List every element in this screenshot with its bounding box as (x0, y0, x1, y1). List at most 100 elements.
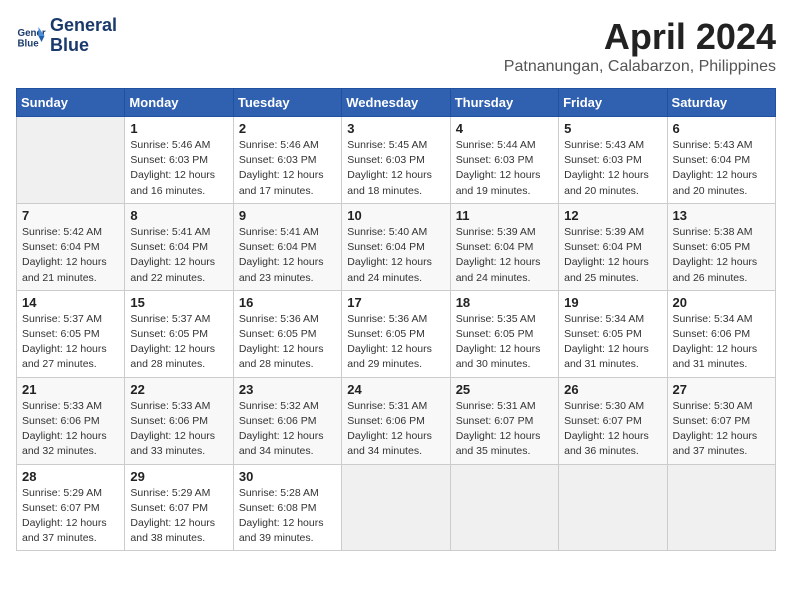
calendar-cell: 11 Sunrise: 5:39 AMSunset: 6:04 PMDaylig… (450, 203, 558, 290)
calendar-cell: 4 Sunrise: 5:44 AMSunset: 6:03 PMDayligh… (450, 117, 558, 204)
day-info: Sunrise: 5:28 AMSunset: 6:08 PMDaylight:… (239, 486, 336, 547)
calendar-cell: 29 Sunrise: 5:29 AMSunset: 6:07 PMDaylig… (125, 464, 233, 551)
logo: General Blue General Blue (16, 16, 117, 56)
weekday-header: Tuesday (233, 89, 341, 117)
day-number: 17 (347, 295, 444, 310)
day-number: 2 (239, 121, 336, 136)
svg-text:Blue: Blue (18, 38, 40, 49)
weekday-header: Thursday (450, 89, 558, 117)
calendar-cell: 22 Sunrise: 5:33 AMSunset: 6:06 PMDaylig… (125, 377, 233, 464)
day-info: Sunrise: 5:33 AMSunset: 6:06 PMDaylight:… (22, 399, 119, 460)
day-number: 24 (347, 382, 444, 397)
weekday-header: Sunday (17, 89, 125, 117)
page-title: April 2024 (504, 16, 776, 58)
day-info: Sunrise: 5:46 AMSunset: 6:03 PMDaylight:… (130, 138, 227, 199)
day-number: 5 (564, 121, 661, 136)
weekday-header: Monday (125, 89, 233, 117)
day-info: Sunrise: 5:44 AMSunset: 6:03 PMDaylight:… (456, 138, 553, 199)
calendar-cell: 7 Sunrise: 5:42 AMSunset: 6:04 PMDayligh… (17, 203, 125, 290)
weekday-header: Saturday (667, 89, 775, 117)
day-number: 4 (456, 121, 553, 136)
day-info: Sunrise: 5:34 AMSunset: 6:06 PMDaylight:… (673, 312, 770, 373)
weekday-header: Friday (559, 89, 667, 117)
calendar-week-row: 28 Sunrise: 5:29 AMSunset: 6:07 PMDaylig… (17, 464, 776, 551)
day-number: 10 (347, 208, 444, 223)
day-number: 20 (673, 295, 770, 310)
title-area: April 2024 Patnanungan, Calabarzon, Phil… (504, 16, 776, 76)
day-info: Sunrise: 5:34 AMSunset: 6:05 PMDaylight:… (564, 312, 661, 373)
day-number: 12 (564, 208, 661, 223)
day-info: Sunrise: 5:43 AMSunset: 6:04 PMDaylight:… (673, 138, 770, 199)
logo-text: General Blue (50, 16, 117, 56)
day-info: Sunrise: 5:43 AMSunset: 6:03 PMDaylight:… (564, 138, 661, 199)
calendar-cell: 23 Sunrise: 5:32 AMSunset: 6:06 PMDaylig… (233, 377, 341, 464)
day-info: Sunrise: 5:30 AMSunset: 6:07 PMDaylight:… (564, 399, 661, 460)
day-number: 1 (130, 121, 227, 136)
page-subtitle: Patnanungan, Calabarzon, Philippines (504, 58, 776, 76)
day-info: Sunrise: 5:41 AMSunset: 6:04 PMDaylight:… (239, 225, 336, 286)
weekday-header-row: SundayMondayTuesdayWednesdayThursdayFrid… (17, 89, 776, 117)
day-info: Sunrise: 5:37 AMSunset: 6:05 PMDaylight:… (130, 312, 227, 373)
day-number: 9 (239, 208, 336, 223)
day-info: Sunrise: 5:35 AMSunset: 6:05 PMDaylight:… (456, 312, 553, 373)
calendar-cell: 2 Sunrise: 5:46 AMSunset: 6:03 PMDayligh… (233, 117, 341, 204)
day-info: Sunrise: 5:46 AMSunset: 6:03 PMDaylight:… (239, 138, 336, 199)
day-number: 27 (673, 382, 770, 397)
day-number: 6 (673, 121, 770, 136)
calendar-cell: 18 Sunrise: 5:35 AMSunset: 6:05 PMDaylig… (450, 290, 558, 377)
day-number: 19 (564, 295, 661, 310)
calendar-week-row: 21 Sunrise: 5:33 AMSunset: 6:06 PMDaylig… (17, 377, 776, 464)
calendar-cell: 8 Sunrise: 5:41 AMSunset: 6:04 PMDayligh… (125, 203, 233, 290)
day-number: 16 (239, 295, 336, 310)
day-number: 3 (347, 121, 444, 136)
day-info: Sunrise: 5:31 AMSunset: 6:07 PMDaylight:… (456, 399, 553, 460)
day-number: 11 (456, 208, 553, 223)
calendar-cell: 10 Sunrise: 5:40 AMSunset: 6:04 PMDaylig… (342, 203, 450, 290)
day-number: 15 (130, 295, 227, 310)
day-info: Sunrise: 5:29 AMSunset: 6:07 PMDaylight:… (130, 486, 227, 547)
day-info: Sunrise: 5:41 AMSunset: 6:04 PMDaylight:… (130, 225, 227, 286)
day-number: 7 (22, 208, 119, 223)
calendar-cell: 20 Sunrise: 5:34 AMSunset: 6:06 PMDaylig… (667, 290, 775, 377)
day-info: Sunrise: 5:45 AMSunset: 6:03 PMDaylight:… (347, 138, 444, 199)
calendar-cell: 1 Sunrise: 5:46 AMSunset: 6:03 PMDayligh… (125, 117, 233, 204)
calendar-cell: 21 Sunrise: 5:33 AMSunset: 6:06 PMDaylig… (17, 377, 125, 464)
calendar-cell (342, 464, 450, 551)
day-info: Sunrise: 5:39 AMSunset: 6:04 PMDaylight:… (456, 225, 553, 286)
calendar-cell: 15 Sunrise: 5:37 AMSunset: 6:05 PMDaylig… (125, 290, 233, 377)
calendar-cell: 28 Sunrise: 5:29 AMSunset: 6:07 PMDaylig… (17, 464, 125, 551)
day-info: Sunrise: 5:30 AMSunset: 6:07 PMDaylight:… (673, 399, 770, 460)
calendar-cell: 30 Sunrise: 5:28 AMSunset: 6:08 PMDaylig… (233, 464, 341, 551)
day-number: 14 (22, 295, 119, 310)
day-info: Sunrise: 5:32 AMSunset: 6:06 PMDaylight:… (239, 399, 336, 460)
day-info: Sunrise: 5:38 AMSunset: 6:05 PMDaylight:… (673, 225, 770, 286)
calendar-cell: 25 Sunrise: 5:31 AMSunset: 6:07 PMDaylig… (450, 377, 558, 464)
page-header: General Blue General Blue April 2024 Pat… (16, 16, 776, 76)
calendar-cell (450, 464, 558, 551)
day-number: 21 (22, 382, 119, 397)
day-number: 8 (130, 208, 227, 223)
day-number: 25 (456, 382, 553, 397)
calendar-cell: 13 Sunrise: 5:38 AMSunset: 6:05 PMDaylig… (667, 203, 775, 290)
day-number: 28 (22, 469, 119, 484)
day-info: Sunrise: 5:33 AMSunset: 6:06 PMDaylight:… (130, 399, 227, 460)
calendar-table: SundayMondayTuesdayWednesdayThursdayFrid… (16, 88, 776, 551)
calendar-cell: 27 Sunrise: 5:30 AMSunset: 6:07 PMDaylig… (667, 377, 775, 464)
calendar-cell: 16 Sunrise: 5:36 AMSunset: 6:05 PMDaylig… (233, 290, 341, 377)
calendar-week-row: 7 Sunrise: 5:42 AMSunset: 6:04 PMDayligh… (17, 203, 776, 290)
day-number: 22 (130, 382, 227, 397)
day-info: Sunrise: 5:29 AMSunset: 6:07 PMDaylight:… (22, 486, 119, 547)
calendar-cell: 5 Sunrise: 5:43 AMSunset: 6:03 PMDayligh… (559, 117, 667, 204)
day-info: Sunrise: 5:37 AMSunset: 6:05 PMDaylight:… (22, 312, 119, 373)
calendar-week-row: 1 Sunrise: 5:46 AMSunset: 6:03 PMDayligh… (17, 117, 776, 204)
calendar-cell: 9 Sunrise: 5:41 AMSunset: 6:04 PMDayligh… (233, 203, 341, 290)
calendar-cell (559, 464, 667, 551)
day-number: 26 (564, 382, 661, 397)
day-number: 29 (130, 469, 227, 484)
day-number: 23 (239, 382, 336, 397)
day-info: Sunrise: 5:42 AMSunset: 6:04 PMDaylight:… (22, 225, 119, 286)
calendar-cell: 6 Sunrise: 5:43 AMSunset: 6:04 PMDayligh… (667, 117, 775, 204)
day-info: Sunrise: 5:36 AMSunset: 6:05 PMDaylight:… (239, 312, 336, 373)
calendar-cell: 24 Sunrise: 5:31 AMSunset: 6:06 PMDaylig… (342, 377, 450, 464)
logo-icon: General Blue (16, 21, 46, 51)
